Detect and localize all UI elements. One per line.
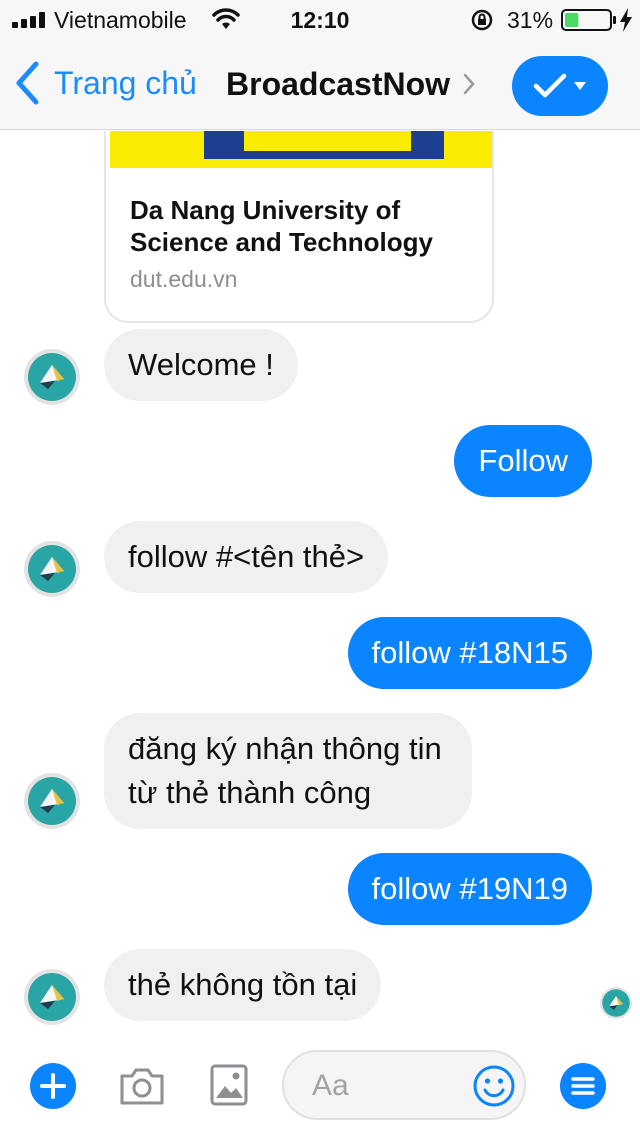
bot-avatar[interactable] [24,773,80,829]
link-preview-title: Da Nang University of Science and Techno… [130,195,433,257]
actions-dropdown-button[interactable] [512,56,608,116]
message-composer: Aa [0,1030,640,1136]
message-bubble-user[interactable]: Follow [454,425,592,497]
bot-avatar-icon [28,777,76,825]
more-actions-button[interactable] [30,1063,76,1109]
message-input[interactable]: Aa [282,1050,526,1120]
link-preview-domain: dut.edu.vn [130,266,238,292]
bot-avatar[interactable] [24,349,80,405]
link-preview-card[interactable]: Da Nang University of Science and Techno… [104,131,494,323]
seen-indicator-avatar [600,987,632,1019]
message-bubble-user[interactable]: follow #19N19 [347,853,592,925]
message-list[interactable]: Da Nang University of Science and Techno… [0,131,640,1030]
bot-avatar-icon [602,989,630,1017]
gallery-icon[interactable] [210,1064,248,1106]
menu-icon [571,1077,595,1095]
camera-icon[interactable] [118,1066,166,1106]
bot-avatar[interactable] [24,969,80,1025]
message-bubble-bot[interactable]: follow #<tên thẻ> [104,521,389,593]
conversation-title-button[interactable]: BroadcastNow [226,64,476,104]
message-input-placeholder: Aa [312,1069,349,1102]
message-bubble-bot[interactable]: đăng ký nhận thông tin từ thẻ thành công [104,713,472,829]
bot-avatar-icon [28,545,76,593]
message-bubble-bot[interactable]: Welcome ! [104,329,298,401]
orientation-lock-icon [471,9,493,31]
caret-down-icon [574,82,586,90]
menu-button[interactable] [560,1063,606,1109]
emoji-icon[interactable] [472,1064,516,1108]
message-bubble-bot[interactable]: thẻ không tồn tại [104,949,382,1021]
link-preview-image [106,131,492,173]
battery-percent: 31% [507,7,554,33]
status-bar: Vietnamobile 12:10 31% [0,0,640,40]
bot-avatar-icon [28,353,76,401]
check-icon [533,73,567,98]
plus-icon [40,1073,66,1099]
bot-avatar-icon [28,973,76,1021]
chevron-right-icon [463,73,475,95]
battery-icon [561,9,616,31]
navigation-bar: Trang chủ BroadcastNow [0,40,640,130]
back-label: Trang chủ [54,64,197,101]
back-chevron-icon [16,61,39,105]
page-title: BroadcastNow [226,65,451,102]
back-button[interactable]: Trang chủ [14,60,197,106]
message-bubble-user[interactable]: follow #18N15 [347,617,592,689]
bot-avatar[interactable] [24,541,80,597]
charging-icon [620,8,632,32]
